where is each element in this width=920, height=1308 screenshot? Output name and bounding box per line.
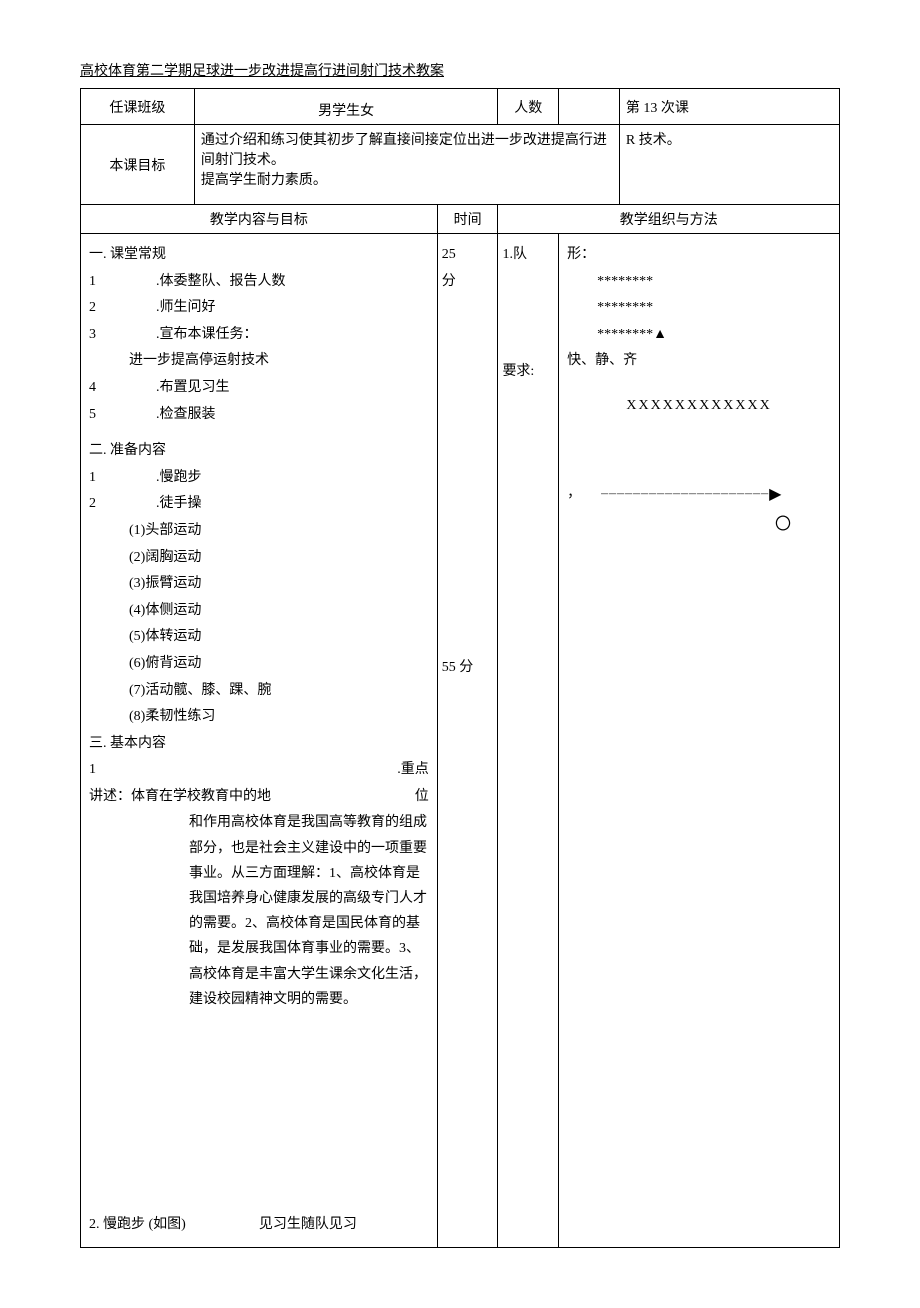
bottom-cut-line: 2. 慢跑步 (如图) 见习生随队见习 bbox=[89, 1212, 429, 1239]
goal-line1: 通过介绍和练习使其初步了解直接间接定位出进一步改进提高行进间射门技术。 bbox=[201, 129, 613, 169]
time-column: 25 分 55 分 bbox=[437, 234, 498, 1248]
lesson-number: 第 13 次课 bbox=[619, 89, 839, 125]
time-1: 25 bbox=[442, 242, 494, 269]
section3-title: 三. 基本内容 bbox=[89, 731, 429, 758]
goal-content: 通过介绍和练习使其初步了解直接间接定位出进一步改进提高行进间射门技术。 提高学生… bbox=[194, 125, 619, 205]
exercise-7: (7)活动髋、膝、踝、腕 bbox=[129, 678, 429, 705]
content-header: 教学内容与目标 bbox=[81, 205, 438, 234]
prep-item-2: 2.徒手操 bbox=[89, 491, 429, 518]
lecture-paragraph: 和作用高校体育是我国高等教育的组成部分，也是社会主义建设中的一项重要事业。从三方… bbox=[189, 810, 429, 1012]
teaching-content: 一. 课堂常规 1.体委整队、报告人数 2.师生问好 3.宣布本课任务： 进一步… bbox=[81, 234, 438, 1248]
goal-row: 本课目标 通过介绍和练习使其初步了解直接间接定位出进一步改进提高行进间射门技术。… bbox=[81, 125, 840, 205]
routine-item-5: 5.检查服装 bbox=[89, 402, 429, 429]
requirement-text: 快、静、齐 bbox=[567, 348, 831, 375]
count-label: 人数 bbox=[498, 89, 559, 125]
goal-line2: 提高学生耐力素质。 bbox=[201, 169, 613, 189]
time-1-unit: 分 bbox=[442, 269, 494, 296]
exercise-1: (1)头部运动 bbox=[129, 518, 429, 545]
exercise-4: (4)体侧运动 bbox=[129, 598, 429, 625]
section1-title: 一. 课堂常规 bbox=[89, 242, 429, 269]
org-label-2: 要求: bbox=[502, 359, 554, 386]
exercise-5: (5)体转运动 bbox=[129, 624, 429, 651]
lecture-topic: 讲述：体育在学校教育中的地 位 bbox=[89, 784, 429, 811]
x-formation: XXXXXXXXXXXX bbox=[567, 393, 831, 420]
page-title: 高校体育第二学期足球进一步改进提高行进间射门技术教案 bbox=[80, 60, 840, 80]
exercise-3: (3)振臂运动 bbox=[129, 571, 429, 598]
arrow-dashes: ––––––––––––––––––––– bbox=[601, 481, 769, 508]
routine-item-3: 3.宣布本课任务： bbox=[89, 322, 429, 349]
class-value: 男学生女 bbox=[194, 89, 498, 125]
routine-item-3-sub: 进一步提高停运射技术 bbox=[129, 348, 429, 375]
routine-item-2: 2.师生问好 bbox=[89, 295, 429, 322]
prep-item-1: 1.慢跑步 bbox=[89, 465, 429, 492]
routine-item-4: 4.布置见习生 bbox=[89, 375, 429, 402]
lesson-plan-table: 任课班级 男学生女 人数 第 13 次课 本课目标 通过介绍和练习使其初步了解直… bbox=[80, 88, 840, 1248]
header-row: 任课班级 男学生女 人数 第 13 次课 bbox=[81, 89, 840, 125]
section2-title: 二. 准备内容 bbox=[89, 438, 429, 465]
org-header: 教学组织与方法 bbox=[498, 205, 840, 234]
time-header: 时间 bbox=[437, 205, 498, 234]
column-header-row: 教学内容与目标 时间 教学组织与方法 bbox=[81, 205, 840, 234]
arrow-comma: ， bbox=[567, 481, 581, 508]
org-content-column: 形： ******** ******** ********▲ 快、静、齐 XXX… bbox=[559, 234, 840, 1248]
org-label-column: 1.队 要求: bbox=[498, 234, 559, 1248]
org-label-1: 1.队 bbox=[502, 242, 554, 269]
routine-item-1: 1.体委整队、报告人数 bbox=[89, 269, 429, 296]
circle-marker: 〇 bbox=[567, 510, 831, 540]
arrow-head-icon: ▶ bbox=[769, 480, 781, 510]
main-content-row: 一. 课堂常规 1.体委整队、报告人数 2.师生问好 3.宣布本课任务： 进一步… bbox=[81, 234, 840, 1248]
formation-row-1: ******** bbox=[597, 269, 831, 296]
exercise-2: (2)阔胸运动 bbox=[129, 545, 429, 572]
goal-right-note: R 技术。 bbox=[619, 125, 839, 205]
class-label: 任课班级 bbox=[81, 89, 195, 125]
formation-label: 形： bbox=[567, 242, 831, 269]
exercise-8: (8)柔韧性练习 bbox=[129, 704, 429, 731]
formation-row-3: ********▲ bbox=[597, 322, 831, 349]
basic-item-1: 1 .重点 bbox=[89, 757, 429, 784]
arrow-diagram: ， ––––––––––––––––––––– ▶ bbox=[567, 480, 831, 510]
count-value bbox=[559, 89, 620, 125]
goal-label: 本课目标 bbox=[81, 125, 195, 205]
exercise-6: (6)俯背运动 bbox=[129, 651, 429, 678]
time-2: 55 分 bbox=[442, 655, 494, 682]
formation-row-2: ******** bbox=[597, 295, 831, 322]
